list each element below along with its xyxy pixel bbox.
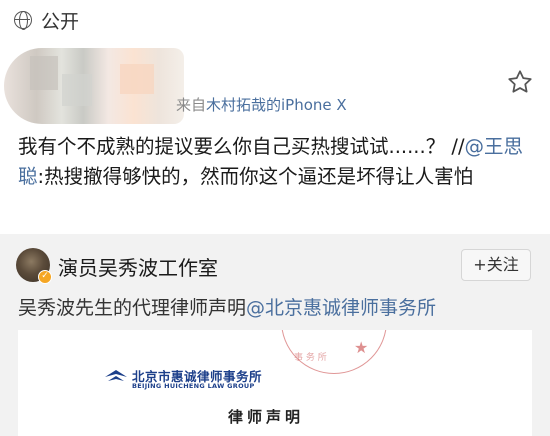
visibility-indicator: 公开: [0, 0, 550, 40]
mention-prefix: @: [464, 135, 485, 158]
visibility-label: 公开: [41, 10, 80, 33]
original-author-name[interactable]: 演员吴秀波工作室: [58, 252, 218, 281]
law-firm-logo-icon: [105, 370, 127, 381]
post-text-rest: :热搜撤得够快的，然而你这个逼还是坏得让人害怕: [37, 165, 474, 188]
document-firm-name-en: BEIJING HUICHENG LAW GROUP: [132, 382, 255, 390]
star-outline-icon[interactable]: [506, 68, 534, 96]
source-device-link[interactable]: 木村拓哉的iPhone X: [206, 96, 347, 114]
seal-text-fragment: 事 务 所: [294, 353, 327, 363]
seal-star-icon: ★: [354, 338, 369, 357]
original-mention-link[interactable]: @北京惠诚律师事务所: [246, 297, 436, 319]
document-heading: 律师声明: [228, 408, 305, 426]
verified-badge-icon: ✓: [38, 270, 52, 284]
original-post-text: 吴秀波先生的代理律师声明@北京惠诚律师事务所: [18, 293, 436, 320]
post-body: 我有个不成熟的提议要么你自己买热搜试试......？ //@王思聪:热搜撤得够快…: [18, 132, 538, 192]
statement-document-image[interactable]: ★ 事 务 所 北京市惠诚律师事务所 BEIJING HUICHENG LAW …: [18, 330, 532, 436]
post-text-main: 我有个不成熟的提议要么你自己买热搜试试......？ //: [18, 135, 465, 158]
follow-button[interactable]: +关注: [461, 249, 531, 281]
source-prefix: 来自: [176, 96, 207, 114]
post-source: 来自木村拓哉的iPhone X: [176, 94, 347, 115]
post-header: 来自木村拓哉的iPhone X: [0, 46, 550, 128]
reposted-card[interactable]: ✓ 演员吴秀波工作室 +关注 吴秀波先生的代理律师声明@北京惠诚律师事务所 ★ …: [0, 234, 550, 436]
globe-icon: [14, 11, 32, 30]
original-text-main: 吴秀波先生的代理律师声明: [18, 297, 247, 319]
blurred-user-info: [4, 48, 184, 124]
